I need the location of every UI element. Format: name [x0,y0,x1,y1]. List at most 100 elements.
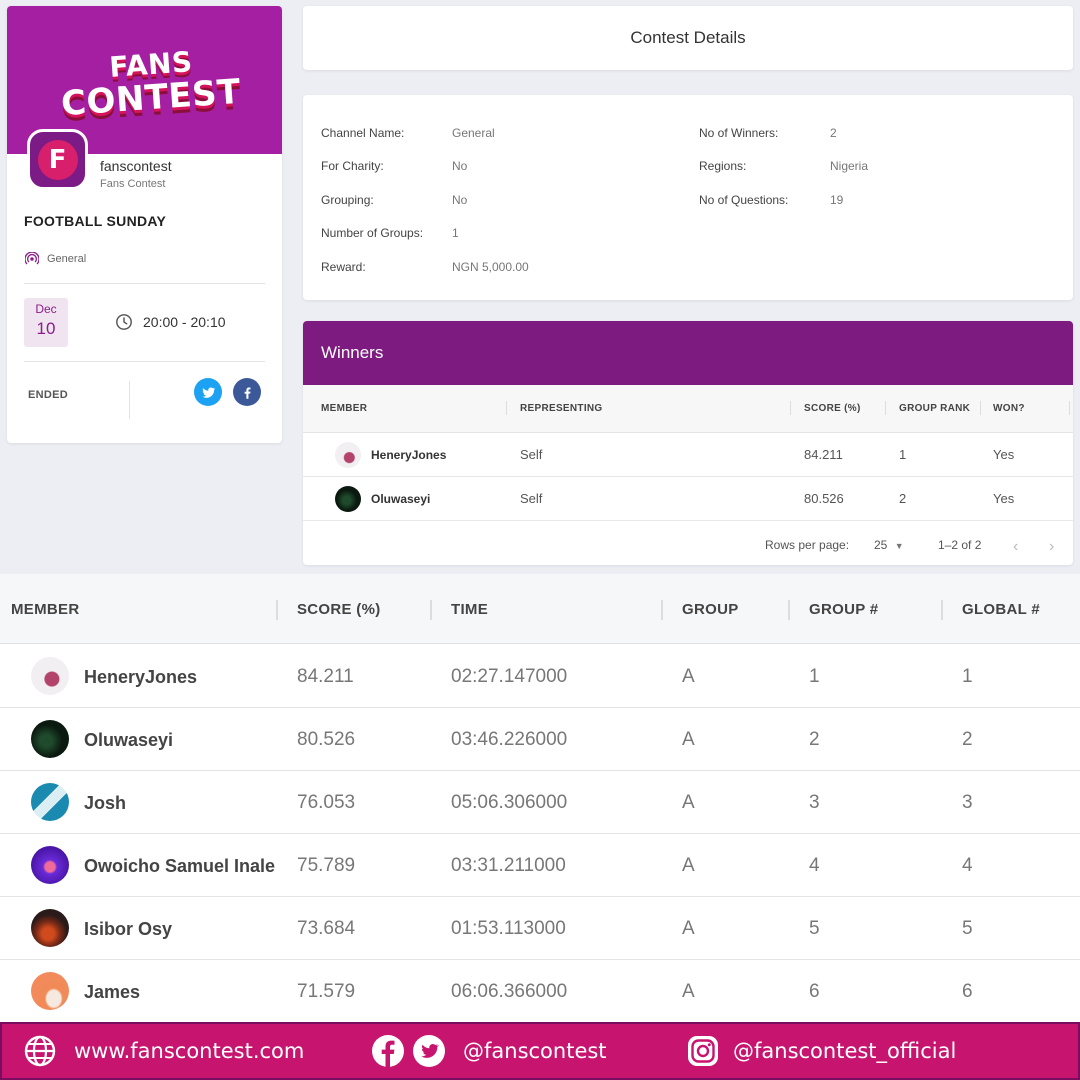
score: 76.053 [297,792,356,813]
member-name[interactable]: Oluwaseyi [84,730,173,751]
channel-avatar[interactable]: F [27,129,88,190]
column-header-score[interactable]: SCORE (%) [297,601,381,618]
facebook-share-button[interactable] [233,378,261,406]
fans-contest-logo: FANS CONTEST [60,45,242,124]
group-rank: 2 [899,491,907,506]
column-header-group-rank[interactable]: GROUP RANK [899,403,970,414]
column-header-representing[interactable]: REPRESENTING [520,403,603,414]
column-header-group-number[interactable]: GROUP # [809,601,878,618]
table-row[interactable]: HeneryJones Self 84.211 1 Yes [303,433,1073,477]
global-number: 2 [962,729,973,750]
column-header-global-number[interactable]: GLOBAL # [962,601,1040,618]
detail-value: No [452,159,468,173]
group: A [682,666,695,687]
column-separator [1069,401,1070,415]
avatar[interactable] [31,972,69,1010]
time: 03:46.226000 [451,729,568,750]
avatar[interactable] [335,442,361,468]
column-header-group[interactable]: GROUP [682,601,739,618]
member-name[interactable]: HeneryJones [371,448,446,462]
clock-icon [116,314,132,330]
group: A [682,918,695,939]
avatar[interactable] [31,657,69,695]
avatar[interactable] [335,486,361,512]
globe-icon [24,1035,56,1067]
rows-per-page-select[interactable]: 25 ▼ [874,538,904,552]
twitter-icon [413,1035,445,1067]
member-name[interactable]: Owoicho Samuel Inale [84,856,275,877]
column-header-score[interactable]: SCORE (%) [804,403,861,414]
caret-down-icon: ▼ [894,541,904,551]
channel-display-name: Fans Contest [100,178,166,190]
twitter-share-button[interactable] [194,378,222,406]
column-separator [941,600,943,620]
social-handle[interactable]: @fanscontest [463,1039,607,1063]
channel-tag: General [25,252,86,266]
table-row[interactable]: Isibor Osy 73.684 01:53.113000 A 5 5 [0,897,1080,960]
date-day: 10 [36,319,56,338]
score: 84.211 [804,447,843,462]
time: 02:27.147000 [451,666,568,687]
member-name[interactable]: James [84,982,140,1003]
detail-key: Regions: [699,159,747,173]
won: Yes [993,491,1015,506]
member-name[interactable]: HeneryJones [84,667,197,688]
avatar[interactable] [31,846,69,884]
detail-value: Nigeria [830,159,869,173]
contest-card: FANS CONTEST F fanscontest Fans Contest … [7,6,282,443]
instagram-handle[interactable]: @fanscontest_official [733,1039,956,1063]
contest-details-header: Contest Details [303,6,1073,70]
divider [24,283,265,284]
table-row[interactable]: Owoicho Samuel Inale 75.789 03:31.211000… [0,834,1080,897]
avatar-letter: F [37,139,78,180]
winners-header: Winners [303,321,1073,385]
time: 06:06.366000 [451,981,568,1002]
table-row[interactable]: Oluwaseyi 80.526 03:46.226000 A 2 2 [0,708,1080,771]
representing: Self [520,491,543,506]
detail-value: 1 [452,226,459,240]
representing: Self [520,447,543,462]
time: 03:31.211000 [451,855,566,876]
column-header-won[interactable]: WON? [993,403,1025,414]
detail-value: 19 [830,193,844,207]
date-month: Dec [35,302,57,316]
member-name[interactable]: Oluwaseyi [371,492,430,506]
contest-details-title: Contest Details [630,28,746,47]
website-link[interactable]: www.fanscontest.com [74,1039,304,1063]
channel-label: General [47,253,87,265]
column-separator [790,401,791,415]
avatar[interactable] [31,720,69,758]
column-separator [661,600,663,620]
detail-value: No [452,193,468,207]
global-number: 4 [962,855,973,876]
detail-value: General [452,126,495,140]
detail-key: No of Winners: [699,126,779,140]
table-row[interactable]: Oluwaseyi Self 80.526 2 Yes [303,477,1073,521]
score: 73.684 [297,918,356,939]
winners-title: Winners [321,343,384,362]
table-row[interactable]: HeneryJones 84.211 02:27.147000 A 1 1 [0,645,1080,708]
footer-banner: www.fanscontest.com @fanscontest @fansco… [0,1022,1080,1080]
chevron-right-icon[interactable]: › [1049,538,1054,556]
column-header-member[interactable]: MEMBER [321,403,367,414]
chevron-left-icon[interactable]: ‹ [1013,538,1018,556]
column-header-time[interactable]: TIME [451,601,488,618]
detail-key: Grouping: [321,193,374,207]
detail-value: 2 [830,126,837,140]
instagram-icon [688,1036,718,1066]
group: A [682,981,695,1002]
member-name[interactable]: Josh [84,793,126,814]
column-header-member[interactable]: MEMBER [11,601,79,618]
time: 01:53.113000 [451,918,566,939]
table-row[interactable]: James 71.579 06:06.366000 A 6 6 [0,960,1080,1023]
twitter-icon [201,386,215,398]
avatar[interactable] [31,909,69,947]
member-name[interactable]: Isibor Osy [84,919,172,940]
table-row[interactable]: Josh 76.053 05:06.306000 A 3 3 [0,771,1080,834]
leaderboard-header: MEMBER SCORE (%) TIME GROUP GROUP # GLOB… [0,574,1080,644]
channel-handle[interactable]: fanscontest [100,158,172,174]
avatar[interactable] [31,783,69,821]
page-range: 1–2 of 2 [938,538,982,552]
group: A [682,729,695,750]
facebook-icon [372,1035,404,1067]
